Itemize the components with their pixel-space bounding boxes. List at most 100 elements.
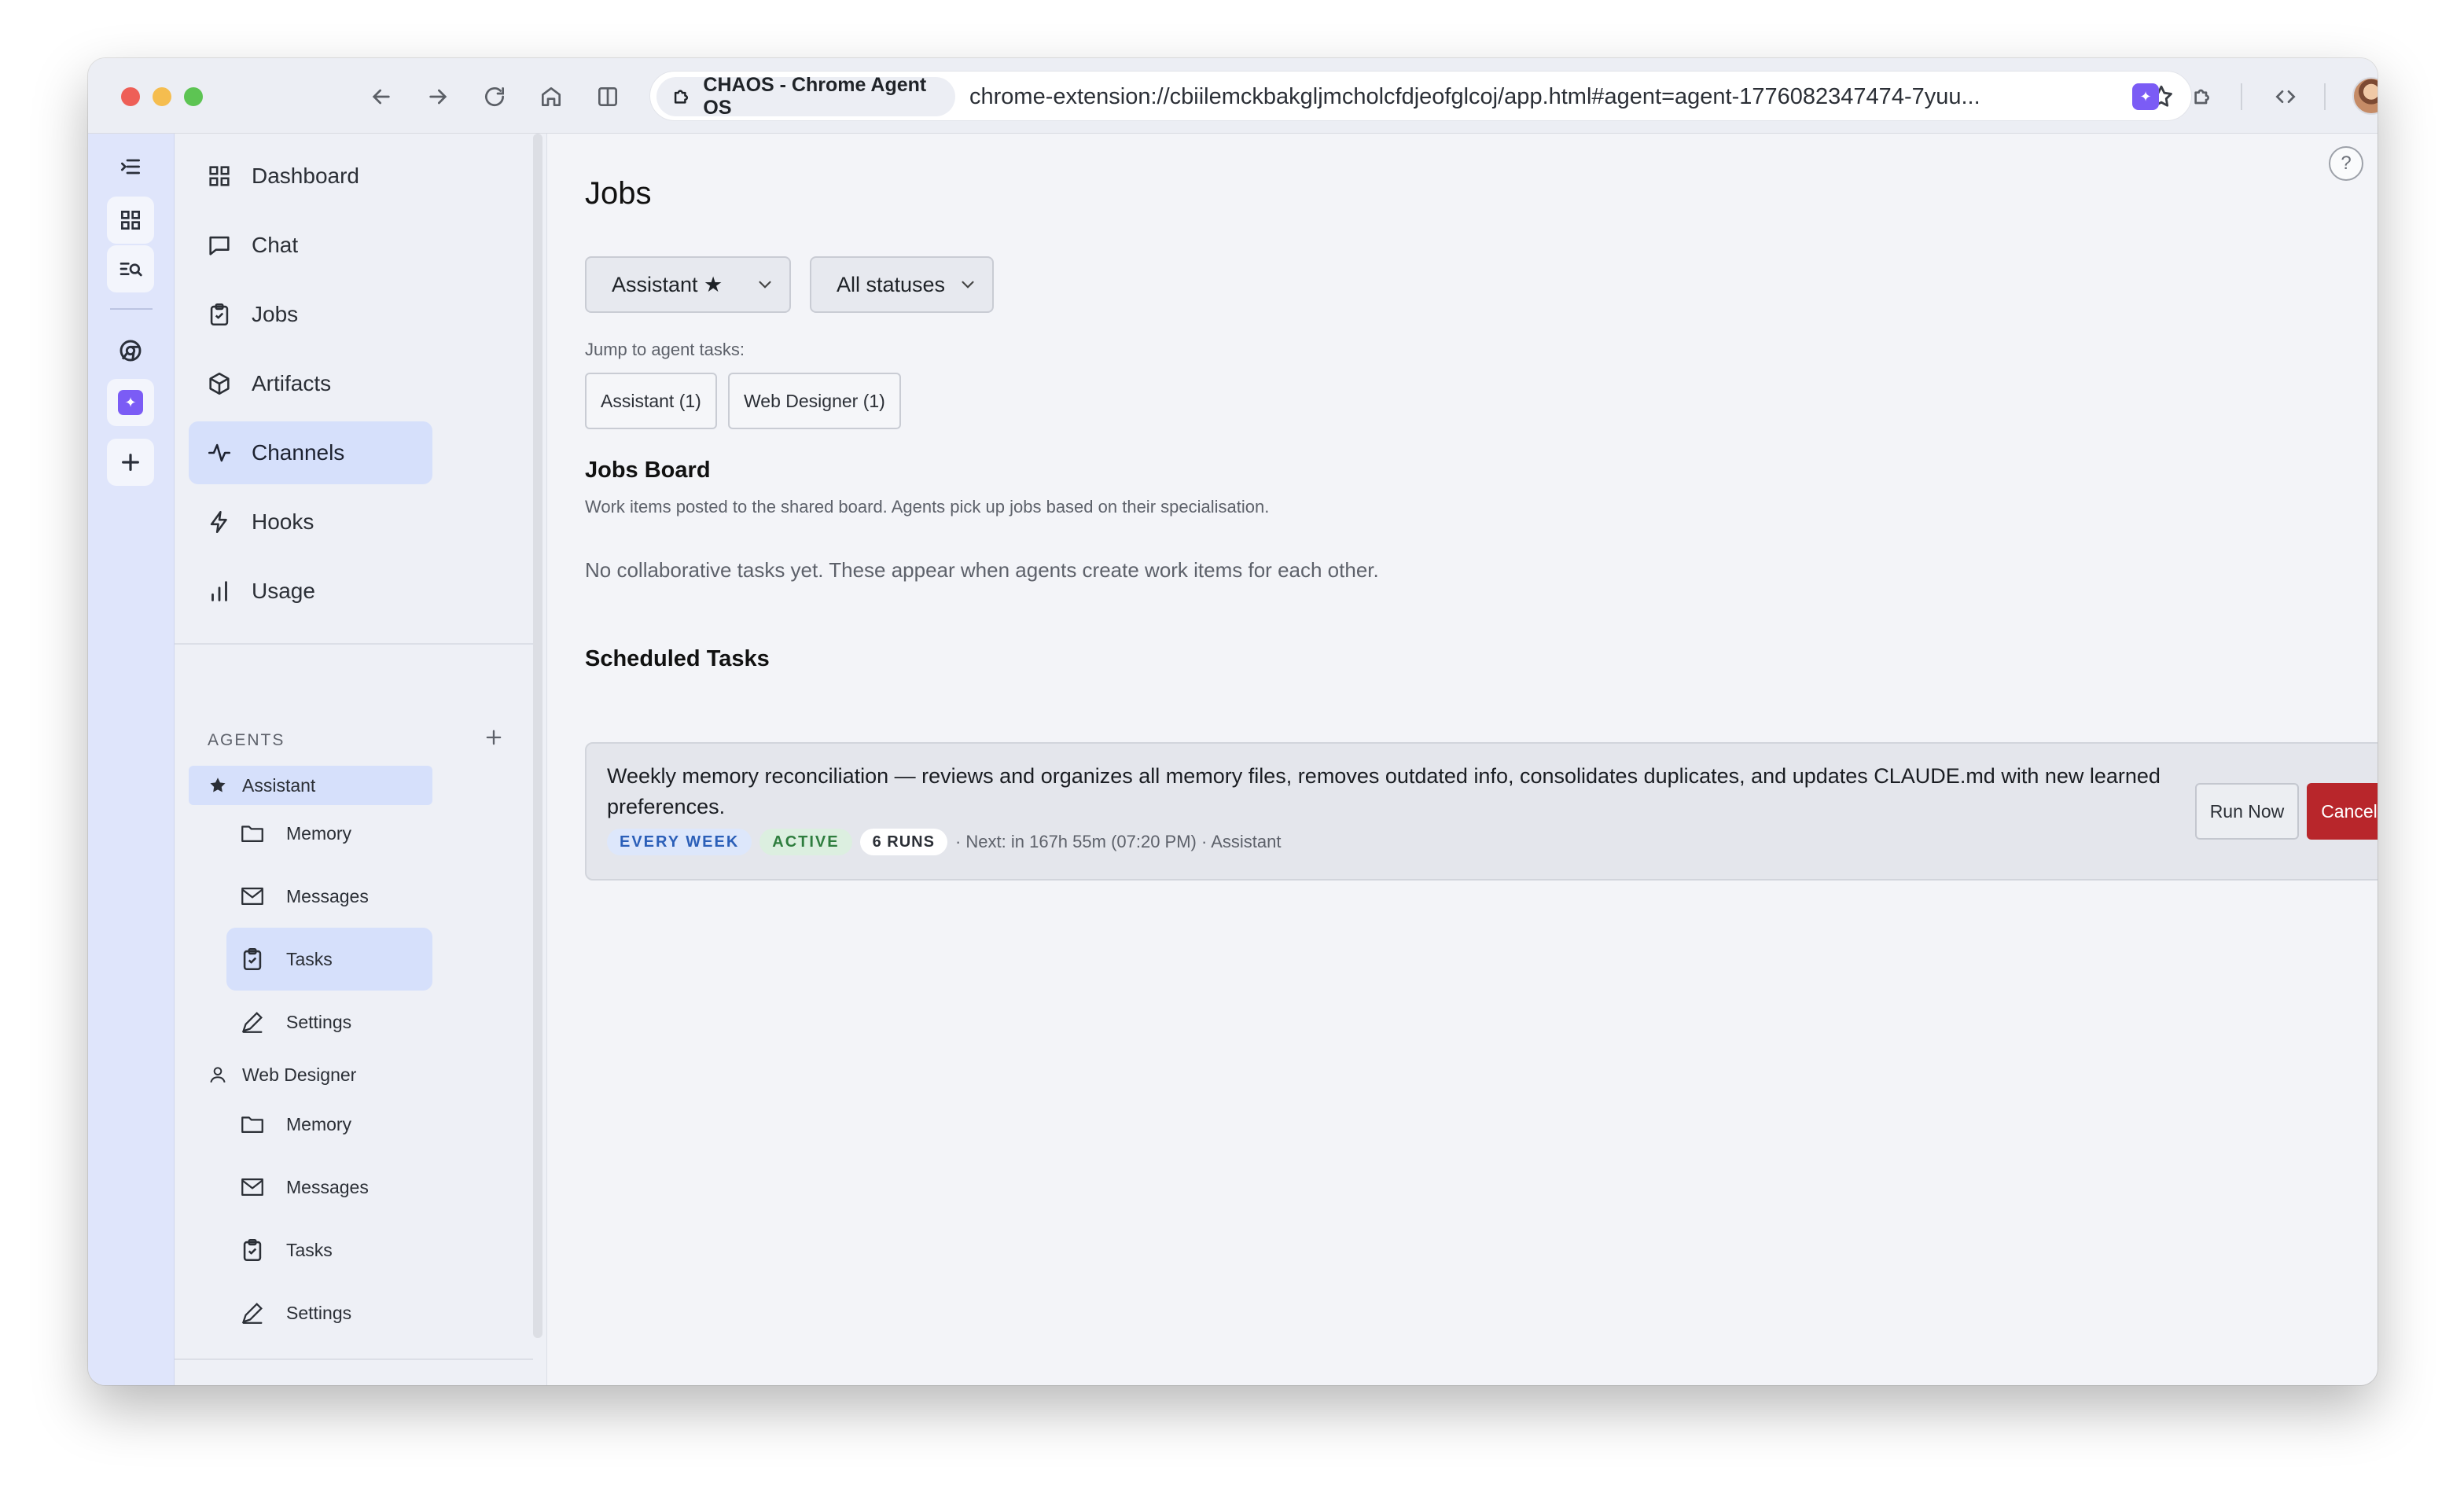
close-window-button[interactable] [121,87,140,106]
next-run-text: · Next: in 167h 55m (07:20 PM) · Assista… [954,832,1282,851]
chevron-down-icon [962,281,974,289]
assistant-messages-item[interactable]: Messages [226,865,432,928]
assistant-settings-item[interactable]: Settings [226,991,432,1053]
rail-divider [110,308,153,310]
sidebar-item-jobs[interactable]: Jobs [189,283,432,346]
jump-chip-assistant[interactable]: Assistant (1) [585,373,717,429]
devtools-button[interactable] [2266,77,2305,116]
help-icon: ? [2341,153,2352,174]
extensions-button[interactable] [2183,77,2223,116]
mail-icon [241,1178,263,1197]
agent-assistant[interactable]: Assistant [189,766,432,805]
agent-name: Assistant [242,774,316,796]
agent-filter-select[interactable]: Assistant ★ [585,256,791,313]
sub-item-label: Tasks [286,948,333,969]
page-title: Jobs [585,176,652,211]
url-text[interactable]: chrome-extension://cbiilemckbakgljmcholc… [969,84,2054,111]
sidebar-divider [175,643,533,645]
web-designer-memory-item[interactable]: Memory [226,1093,432,1156]
sidebar-item-artifacts[interactable]: Artifacts [189,352,432,415]
scheduled-tasks-title: Scheduled Tasks [585,646,770,671]
grid-icon [121,211,140,230]
menu-collapse-icon [121,159,140,175]
sidebar-scrollbar[interactable] [533,134,542,1338]
sub-item-label: Settings [286,1302,352,1323]
maximize-window-button[interactable] [184,87,203,106]
pen-icon [241,1303,263,1324]
back-button[interactable] [362,77,401,116]
status-filter-value: All statuses [837,272,946,296]
sidebar-item-label: Dashboard [252,164,359,188]
rail-search-button[interactable] [107,245,154,292]
jump-label: Jump to agent tasks: [585,340,745,359]
rail-dashboard-button[interactable] [107,197,154,244]
minimize-window-button[interactable] [153,87,171,106]
extension-app-icon[interactable]: ✦ [2132,83,2159,110]
runs-badge: 6 RUNS [859,829,947,855]
sub-item-label: Memory [286,822,352,844]
split-view-button[interactable] [588,77,627,116]
web-designer-settings-item[interactable]: Settings [226,1281,432,1344]
agent-name: Web Designer [242,1064,357,1085]
arrow-right-icon [429,89,447,105]
sidebar-item-usage[interactable]: Usage [189,560,432,623]
sub-item-label: Messages [286,885,369,906]
sidebar-item-dashboard[interactable]: Dashboard [189,145,432,208]
main-content: ? Jobs Assistant ★ All statuses Jump to … [547,134,2378,1385]
star-icon [210,778,226,792]
assistant-memory-item[interactable]: Memory [226,802,432,865]
split-view-icon [598,87,617,106]
web-designer-messages-item[interactable]: Messages [226,1156,432,1219]
assistant-tasks-item[interactable]: Tasks [226,928,432,991]
chat-icon [209,236,230,256]
sidebar-item-hooks[interactable]: Hooks [189,491,432,553]
status-filter-select[interactable]: All statuses [810,256,994,313]
activity-icon [208,443,231,462]
run-now-button[interactable]: Run Now [2195,783,2299,840]
cancel-task-button[interactable]: Cancel [2307,783,2378,840]
home-icon [542,87,561,106]
reload-button[interactable] [475,77,514,116]
tab-title: CHAOS - Chrome Agent OS [703,74,927,119]
browser-toolbar: CHAOS - Chrome Agent OS chrome-extension… [88,58,2378,134]
forward-button[interactable] [418,77,458,116]
mail-icon [241,887,263,906]
sidebar-divider [175,1358,533,1360]
profile-avatar[interactable] [2352,77,2378,115]
collapse-menu-button[interactable] [107,143,154,190]
jobs-board-title: Jobs Board [585,458,711,483]
extension-app-icon: ✦ [118,390,143,415]
plus-icon [486,730,502,745]
task-meta: EVERY WEEK ACTIVE 6 RUNS · Next: in 167h… [607,829,1281,855]
sidebar-item-chat[interactable]: Chat [189,214,432,277]
help-button[interactable]: ? [2329,146,2363,181]
add-agent-button[interactable] [478,722,509,753]
web-designer-tasks-item[interactable]: Tasks [226,1219,432,1281]
sidebar-item-label: Jobs [252,302,299,326]
agent-web-designer[interactable]: Web Designer [189,1055,432,1094]
home-button[interactable] [531,77,571,116]
sidebar-item-label: Channels [252,440,345,465]
frequency-badge: EVERY WEEK [607,829,752,855]
chrome-icon [120,340,142,362]
sidebar-item-channels[interactable]: Channels [189,421,432,484]
rail-chrome-button[interactable] [107,327,154,374]
site-info-chip[interactable]: CHAOS - Chrome Agent OS [656,74,955,119]
jump-chip-web-designer[interactable]: Web Designer (1) [728,373,901,429]
grid-icon [209,166,230,186]
sidebar-item-label: Chat [252,233,299,257]
sidebar-item-label: Usage [252,579,315,603]
sub-item-label: Messages [286,1176,369,1197]
clipboard-check-icon [210,303,229,326]
clipboard-check-icon [243,1238,262,1262]
sidebar-item-label: Hooks [252,509,314,534]
sub-item-label: Tasks [286,1239,333,1260]
extension-puzzle-icon [674,90,689,104]
plus-icon [122,454,139,471]
bar-chart-icon [211,581,227,601]
rail-app-button[interactable]: ✦ [107,379,154,426]
status-badge: ACTIVE [759,829,852,855]
toolbar-divider [2241,83,2242,110]
address-bar[interactable]: CHAOS - Chrome Agent OS chrome-extension… [649,71,2192,121]
rail-add-button[interactable] [107,439,154,486]
